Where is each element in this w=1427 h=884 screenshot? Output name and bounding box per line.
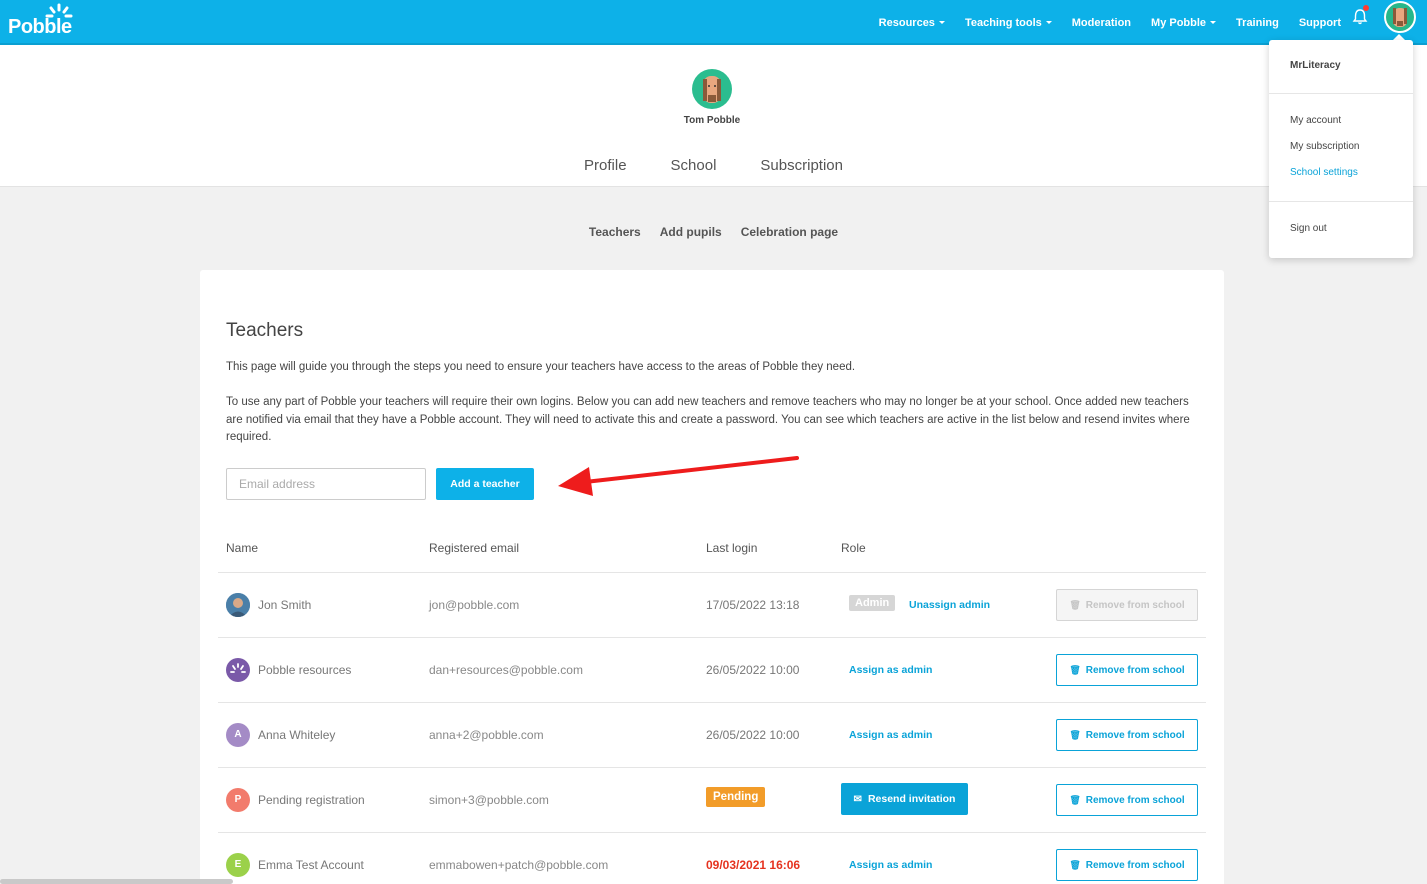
teacher-email: anna+2@pobble.com [429, 728, 544, 742]
avatar: A [226, 723, 250, 747]
avatar [226, 593, 250, 617]
top-navbar: Pobble Resources Teaching tools Moderati… [0, 0, 1427, 45]
teachers-card: Teachers This page will guide you throug… [200, 270, 1224, 884]
dropdown-my-subscription[interactable]: My subscription [1290, 141, 1359, 152]
trash-icon: 🗑 [1069, 664, 1081, 675]
column-header-role: Role [841, 541, 866, 555]
trash-icon: 🗑 [1069, 599, 1081, 610]
column-header-name: Name [226, 541, 259, 555]
pobble-logo-icon [230, 663, 246, 673]
nav-teaching-tools[interactable]: Teaching tools [965, 17, 1052, 29]
teacher-name: Pending registration [258, 793, 365, 807]
avatar: E [226, 853, 250, 877]
last-login: 26/05/2022 10:00 [706, 663, 800, 677]
assign-admin-link[interactable]: Assign as admin [849, 664, 932, 676]
nav-support[interactable]: Support [1299, 17, 1341, 29]
school-subnav: Teachers Add pupils Celebration page [0, 225, 1427, 239]
chevron-down-icon [938, 21, 945, 24]
subnav-teachers[interactable]: Teachers [589, 225, 641, 239]
tab-profile[interactable]: Profile [584, 157, 627, 174]
profile-name: Tom Pobble [683, 115, 741, 126]
nav-training[interactable]: Training [1236, 17, 1279, 29]
column-header-last-login: Last login [706, 541, 758, 555]
subnav-celebration-page[interactable]: Celebration page [741, 225, 838, 239]
tab-subscription[interactable]: Subscription [760, 157, 843, 174]
trash-icon: 🗑 [1069, 729, 1081, 740]
intro-text: This page will guide you through the ste… [226, 361, 856, 373]
teacher-email: simon+3@pobble.com [429, 793, 549, 807]
unassign-admin-link[interactable]: Unassign admin [909, 599, 990, 611]
avatar: P [226, 788, 250, 812]
description-text: To use any part of Pobble your teachers … [226, 396, 1190, 443]
resend-invitation-button[interactable]: ✉ Resend invitation [841, 783, 968, 815]
remove-from-school-button[interactable]: 🗑 Remove from school [1056, 589, 1198, 621]
shakespeare-avatar-icon [703, 76, 721, 103]
pobble-logo[interactable]: Pobble [8, 2, 78, 40]
remove-from-school-button[interactable]: 🗑 Remove from school [1056, 849, 1198, 881]
dropdown-divider [1269, 93, 1413, 94]
shakespeare-avatar-icon [1393, 8, 1407, 27]
nav-my-pobble[interactable]: My Pobble [1151, 17, 1217, 29]
remove-from-school-button[interactable]: 🗑 Remove from school [1056, 654, 1198, 686]
teacher-name: Jon Smith [258, 598, 312, 612]
teacher-email: dan+resources@pobble.com [429, 663, 583, 677]
nav-menu: Resources Teaching tools Moderation My P… [859, 0, 1341, 45]
user-avatar[interactable] [1384, 1, 1416, 33]
nav-resources[interactable]: Resources [879, 17, 945, 29]
notification-dot [1363, 5, 1369, 11]
chevron-down-icon [1210, 21, 1217, 24]
teacher-name: Pobble resources [258, 663, 352, 677]
table-row: A Anna Whiteley anna+2@pobble.com 26/05/… [218, 702, 1206, 767]
subnav-add-pupils[interactable]: Add pupils [660, 225, 722, 239]
teacher-name: Emma Test Account [258, 858, 364, 872]
last-login: 26/05/2022 10:00 [706, 728, 800, 742]
assign-admin-link[interactable]: Assign as admin [849, 859, 932, 871]
assign-admin-link[interactable]: Assign as admin [849, 729, 932, 741]
settings-tabs: Profile School Subscription [0, 157, 1427, 174]
horizontal-scrollbar[interactable] [0, 879, 233, 884]
trash-icon: 🗑 [1069, 794, 1081, 805]
logo-text: Pobble [8, 16, 72, 38]
last-login: 09/03/2021 16:06 [706, 858, 801, 872]
profile-avatar [692, 69, 732, 109]
dropdown-sign-out[interactable]: Sign out [1290, 223, 1327, 234]
teacher-email: jon@pobble.com [429, 598, 520, 612]
table-row: E Emma Test Account emmabowen+patch@pobb… [218, 832, 1206, 884]
tab-school[interactable]: School [671, 157, 717, 174]
profile-header: Tom Pobble Profile School Subscription [0, 45, 1427, 187]
column-header-email: Registered email [429, 541, 520, 555]
avatar [226, 658, 250, 682]
person-photo-icon [226, 593, 250, 617]
dropdown-divider [1269, 201, 1413, 202]
trash-icon: 🗑 [1069, 859, 1081, 870]
envelope-icon: ✉ [853, 793, 862, 805]
dropdown-my-account[interactable]: My account [1290, 115, 1341, 126]
page-title: Teachers [226, 320, 304, 341]
last-login: 17/05/2022 13:18 [706, 598, 800, 612]
table-row: P Pending registration simon+3@pobble.co… [218, 767, 1206, 832]
dropdown-school-settings[interactable]: School settings [1290, 167, 1358, 178]
teacher-email: emmabowen+patch@pobble.com [429, 858, 609, 872]
nav-moderation[interactable]: Moderation [1072, 17, 1131, 29]
add-teacher-button[interactable]: Add a teacher [436, 468, 534, 500]
annotation-arrow-icon [558, 456, 799, 496]
admin-badge: Admin [849, 595, 896, 611]
user-dropdown-menu: MrLiteracy My account My subscription Sc… [1269, 40, 1413, 258]
table-row: Pobble resources dan+resources@pobble.co… [218, 637, 1206, 702]
teacher-name: Anna Whiteley [258, 728, 336, 742]
dropdown-username: MrLiteracy [1290, 60, 1341, 71]
table-row: Jon Smith jon@pobble.com 17/05/2022 13:1… [218, 572, 1206, 637]
pending-badge: Pending [706, 787, 766, 807]
chevron-down-icon [1045, 21, 1052, 24]
remove-from-school-button[interactable]: 🗑 Remove from school [1056, 784, 1198, 816]
remove-from-school-button[interactable]: 🗑 Remove from school [1056, 719, 1198, 751]
email-input[interactable] [226, 468, 426, 500]
